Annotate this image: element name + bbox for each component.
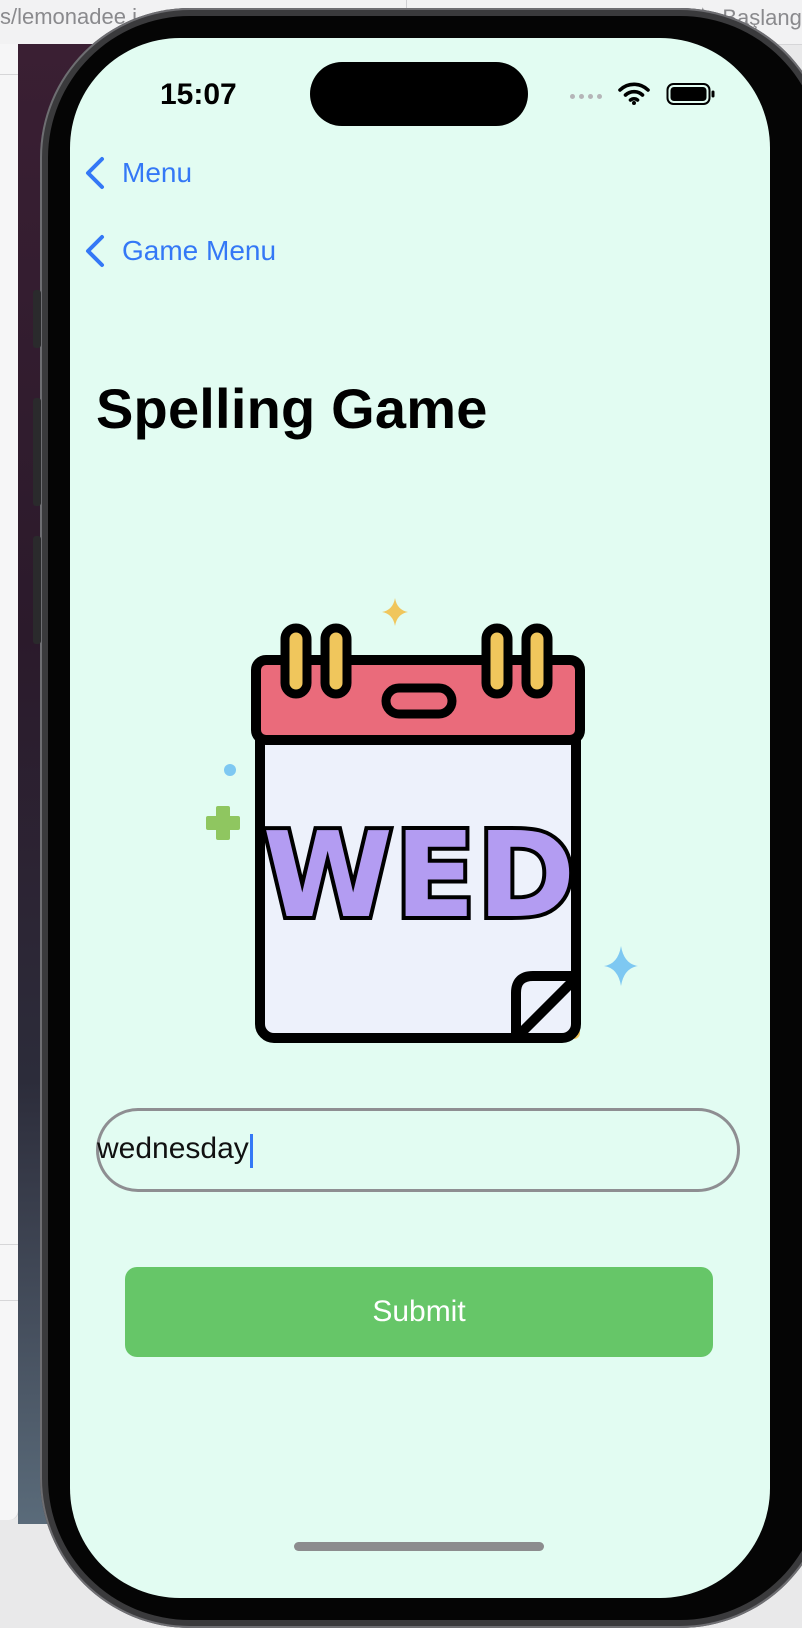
calendar-day-icon: WED bbox=[180, 598, 660, 1058]
back-to-menu-link[interactable]: Menu bbox=[84, 156, 192, 190]
dynamic-island bbox=[310, 62, 528, 126]
text-caret bbox=[249, 1133, 253, 1168]
browser-side-panel bbox=[0, 44, 19, 1520]
chevron-left-icon bbox=[84, 156, 106, 190]
cellular-signal-icon bbox=[570, 94, 602, 99]
back-link-label: Game Menu bbox=[122, 235, 277, 266]
phone-screen: 15:07 Menu Game Menu Spelling Game WED w… bbox=[70, 38, 770, 1598]
back-to-game-menu-link[interactable]: Game Menu bbox=[84, 234, 276, 268]
answer-input[interactable]: wednesday bbox=[96, 1108, 740, 1192]
status-icons bbox=[570, 82, 716, 111]
volume-up-button bbox=[33, 398, 41, 506]
volume-down-button bbox=[33, 536, 41, 644]
submit-button[interactable]: Submit bbox=[125, 1267, 713, 1357]
status-time: 15:07 bbox=[160, 78, 237, 111]
answer-input-value[interactable]: wednesday bbox=[97, 1132, 253, 1168]
chevron-left-icon bbox=[84, 234, 106, 268]
page-title: Spelling Game bbox=[96, 377, 488, 440]
wifi-icon bbox=[618, 82, 650, 111]
home-indicator[interactable] bbox=[294, 1542, 544, 1551]
back-link-label: Menu bbox=[122, 157, 193, 188]
battery-icon bbox=[666, 82, 716, 111]
action-button bbox=[33, 290, 41, 348]
calendar-day-text: WED bbox=[263, 806, 578, 944]
